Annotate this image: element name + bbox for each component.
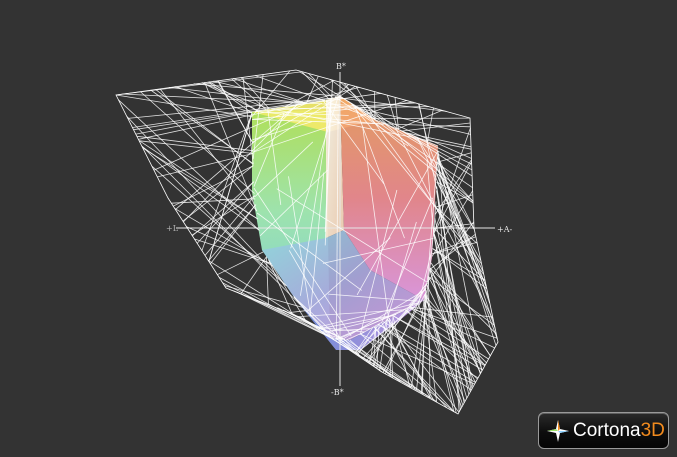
wireframe-edge (142, 146, 260, 231)
wireframe-edge (240, 256, 267, 294)
wireframe-edge (173, 165, 254, 207)
wireframe-edge (135, 111, 253, 135)
wireframe-edge (402, 122, 471, 132)
wireframe-edge (186, 226, 272, 265)
axis-label-down: -B* (331, 388, 344, 397)
wireframe-edge (193, 83, 341, 97)
wireframe-edge (374, 91, 376, 120)
wireframe-edge (437, 152, 472, 163)
wireframe-edge (137, 135, 254, 152)
axis-label-up: B* (336, 62, 346, 71)
logo-brand-text: Cortona (573, 419, 641, 441)
3d-viewport[interactable]: B* +A- -B* +L (0, 0, 677, 457)
wireframe-edge (196, 181, 255, 244)
axis-label-left: +L (166, 224, 179, 233)
cortona3d-logo: Cortona3D (538, 412, 669, 449)
wireframe-edge (168, 87, 306, 104)
wireframe-edge (393, 315, 485, 367)
logo-suffix-text: 3D (640, 419, 665, 441)
axis-label-right: +A- (497, 225, 512, 234)
wireframe-edge (155, 88, 254, 165)
wireframe-edge (201, 112, 253, 252)
cortona-star-icon (547, 419, 569, 442)
